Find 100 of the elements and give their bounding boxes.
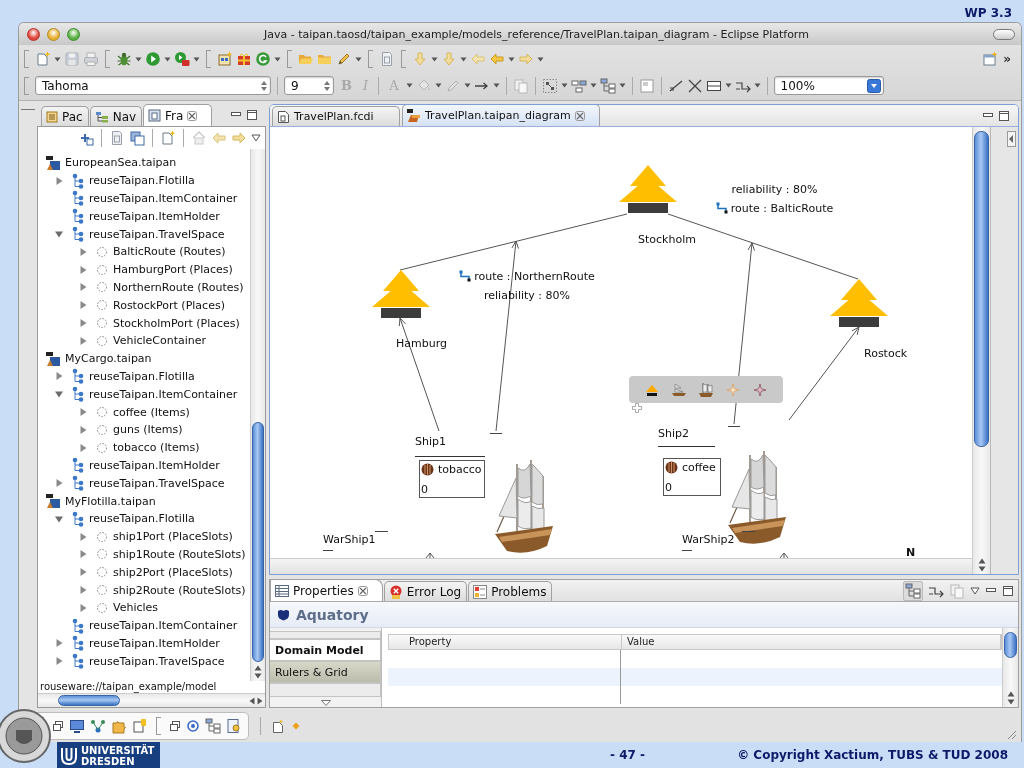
zoom-button[interactable] [67, 27, 80, 41]
run-icon[interactable] [145, 51, 161, 68]
expand-arrow-icon[interactable] [78, 300, 88, 311]
expand-arrow-icon[interactable] [78, 282, 88, 293]
expand-arrow-icon[interactable] [78, 442, 88, 453]
tree-item[interactable]: ship2Port (PlaceSlots) [78, 563, 233, 582]
maximize-icon[interactable] [998, 109, 1010, 122]
blocks-icon[interactable] [570, 77, 587, 94]
caret-icon[interactable] [274, 56, 281, 62]
scroll-up-arrow-icon[interactable] [254, 665, 262, 671]
palette-toggle-icon[interactable] [1007, 131, 1016, 147]
tree-item[interactable]: coffee (Items) [78, 403, 190, 421]
expand-arrow-icon[interactable] [54, 656, 64, 667]
new-page-icon[interactable] [272, 719, 284, 733]
restore-icon[interactable] [52, 720, 64, 732]
caret-icon[interactable] [492, 83, 500, 89]
editor-tab[interactable]: TravelPlan.taipan_diagram [402, 105, 600, 126]
tree-item[interactable]: Vehicles [78, 598, 159, 617]
scroll-down-arrow-icon[interactable] [320, 700, 331, 706]
view-tab[interactable]: Properties [270, 579, 383, 601]
caret-icon[interactable] [405, 83, 413, 89]
column-header[interactable]: Property [389, 635, 622, 649]
scroll-up-arrow-icon[interactable] [1006, 691, 1015, 697]
run-tool-icon[interactable] [174, 51, 190, 68]
tree-item[interactable]: reuseTaipan.Flotilla [54, 367, 195, 386]
tree-item[interactable]: reuseTaipan.TravelSpace [54, 474, 225, 493]
caret-icon[interactable] [193, 56, 200, 62]
caret-icon[interactable] [460, 56, 467, 62]
view-tab[interactable]: Nav [89, 106, 143, 126]
toolbar-toggle-button[interactable] [993, 28, 1015, 40]
expand-arrow-icon[interactable] [78, 549, 88, 560]
ring-icon[interactable] [186, 719, 200, 733]
caret-icon[interactable] [463, 83, 471, 89]
page-search-icon[interactable] [226, 718, 242, 734]
tree-item[interactable]: HamburgPort (Places) [78, 260, 233, 279]
hierarchy-icon[interactable] [599, 77, 616, 94]
caret-icon[interactable] [431, 56, 438, 62]
bug-icon[interactable] [116, 51, 132, 68]
caret-icon[interactable] [589, 83, 597, 89]
tree-item[interactable]: ship1Route (RouteSlots) [78, 545, 246, 564]
close-button[interactable] [27, 27, 40, 41]
expand-arrow-icon[interactable] [54, 175, 64, 186]
tree-item[interactable]: reuseTaipan.ItemHolder [54, 456, 220, 475]
close-icon[interactable] [574, 110, 585, 121]
new-package-icon[interactable] [217, 51, 233, 68]
scroll-thumb[interactable] [58, 695, 120, 706]
close-icon[interactable] [187, 110, 198, 121]
tree-item[interactable]: reuseTaipan.ItemHolder [54, 634, 220, 653]
tree-item[interactable]: VehicleContainer [78, 331, 207, 350]
tree-item[interactable]: MyCargo.taipan [45, 349, 152, 368]
font-combo[interactable]: Tahoma [35, 76, 271, 96]
new-file-icon[interactable] [160, 130, 176, 146]
column-header[interactable]: Value [622, 635, 1001, 649]
horizontal-scrollbar[interactable] [270, 558, 972, 574]
expand-arrow-icon[interactable] [78, 531, 88, 542]
scroll-down-arrow-icon[interactable] [977, 566, 986, 572]
tree-item[interactable]: guns (Items) [78, 420, 183, 439]
collapse-arrow-icon[interactable] [54, 229, 64, 240]
editor-tab[interactable]: TravelPlan.fcdi [272, 106, 400, 126]
gift-box-icon[interactable] [236, 51, 252, 68]
sailing-ship-icon[interactable] [698, 381, 714, 398]
resize-grip-icon[interactable] [1005, 728, 1017, 740]
arrange-icon[interactable] [541, 77, 558, 94]
scroll-down-arrow-icon[interactable] [1006, 699, 1015, 705]
pencil-icon[interactable] [336, 51, 352, 68]
caret-icon[interactable] [508, 56, 515, 62]
tree-item[interactable]: EuropeanSea.taipan [45, 154, 177, 172]
counter-icon[interactable] [132, 718, 148, 734]
caret-icon[interactable] [164, 56, 171, 62]
tree-item[interactable]: RostockPort (Places) [78, 296, 225, 315]
monitor-icon[interactable] [69, 718, 85, 734]
minimize-button[interactable] [47, 27, 60, 41]
hierarchy-icon[interactable] [205, 718, 221, 734]
view-menu-icon[interactable] [970, 586, 980, 595]
zoom-combo[interactable]: 100% [773, 76, 884, 96]
expand-arrow-icon[interactable] [54, 478, 64, 489]
new-file-icon[interactable] [35, 51, 51, 68]
page-icon[interactable] [379, 51, 395, 68]
caret-icon[interactable] [618, 83, 626, 89]
close-icon[interactable] [357, 585, 368, 596]
expand-arrow-icon[interactable] [78, 567, 88, 578]
scroll-down-arrow-icon[interactable] [254, 673, 262, 679]
caret-icon[interactable] [434, 83, 442, 89]
view-tab[interactable]: Error Log [383, 581, 468, 601]
caret-icon[interactable] [537, 56, 544, 62]
expand-arrow-icon[interactable] [78, 602, 88, 613]
scroll-up-arrow-icon[interactable] [977, 558, 986, 564]
sparkle-icon[interactable] [751, 381, 768, 398]
tree-item[interactable]: reuseTaipan.Flotilla [54, 171, 195, 190]
expand-arrow-icon[interactable] [54, 371, 64, 382]
expand-arrow-icon[interactable] [78, 585, 88, 595]
crossed-lines-icon[interactable] [686, 77, 703, 94]
scroll-thumb[interactable] [252, 422, 264, 662]
overflow-button[interactable]: » [1001, 52, 1013, 67]
tree-item[interactable]: tobacco (Items) [78, 438, 200, 457]
section-tab[interactable]: Rulers & Grid [270, 661, 381, 683]
view-tab[interactable]: Pac [41, 106, 89, 126]
window-plus-icon[interactable] [982, 51, 999, 68]
ship-icon[interactable] [671, 381, 688, 398]
tree-item[interactable]: reuseTaipan.TravelSpace [54, 225, 225, 243]
